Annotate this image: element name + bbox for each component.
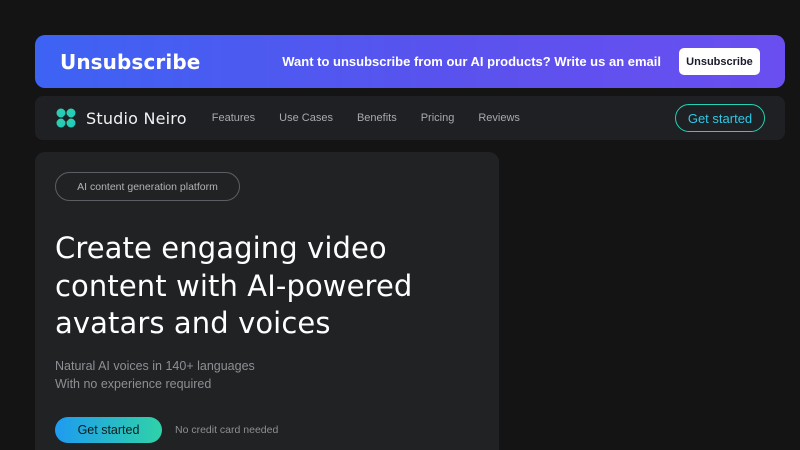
nav-link-use-cases[interactable]: Use Cases <box>279 112 333 124</box>
nav-link-pricing[interactable]: Pricing <box>421 112 455 124</box>
subtitle-line: Natural AI voices in 140+ languages <box>55 359 255 373</box>
flower-logo-icon[interactable] <box>53 105 79 131</box>
unsubscribe-button[interactable]: Unsubscribe <box>679 48 760 75</box>
subtitle-line: With no experience required <box>55 376 212 391</box>
hero-subtitle: Natural AI voices in 140+ languages With… <box>55 358 255 393</box>
headline-line: Create engaging video <box>55 231 387 265</box>
nav-link-features[interactable]: Features <box>212 112 255 124</box>
nav-get-started-button[interactable]: Get started <box>675 104 765 132</box>
no-credit-card-note: No credit card needed <box>175 424 279 436</box>
nav-link-benefits[interactable]: Benefits <box>357 112 397 124</box>
headline-line: avatars and voices <box>55 306 331 340</box>
hero-get-started-button[interactable]: Get started <box>55 417 162 443</box>
category-pill: AI content generation platform <box>55 172 240 201</box>
unsubscribe-banner: Unsubscribe Want to unsubscribe from our… <box>35 35 785 88</box>
banner-text: Want to unsubscribe from our AI products… <box>282 54 661 69</box>
brand-name[interactable]: Studio Neiro <box>86 109 187 128</box>
hero-headline: Create engaging video content with AI-po… <box>55 230 485 343</box>
headline-line: content with AI-powered <box>55 268 413 303</box>
banner-title: Unsubscribe <box>60 49 201 74</box>
hero-card: AI content generation platform Create en… <box>35 152 499 450</box>
navbar: Studio Neiro Features Use Cases Benefits… <box>35 96 785 140</box>
nav-links: Features Use Cases Benefits Pricing Revi… <box>212 112 544 124</box>
nav-link-reviews[interactable]: Reviews <box>478 112 520 124</box>
